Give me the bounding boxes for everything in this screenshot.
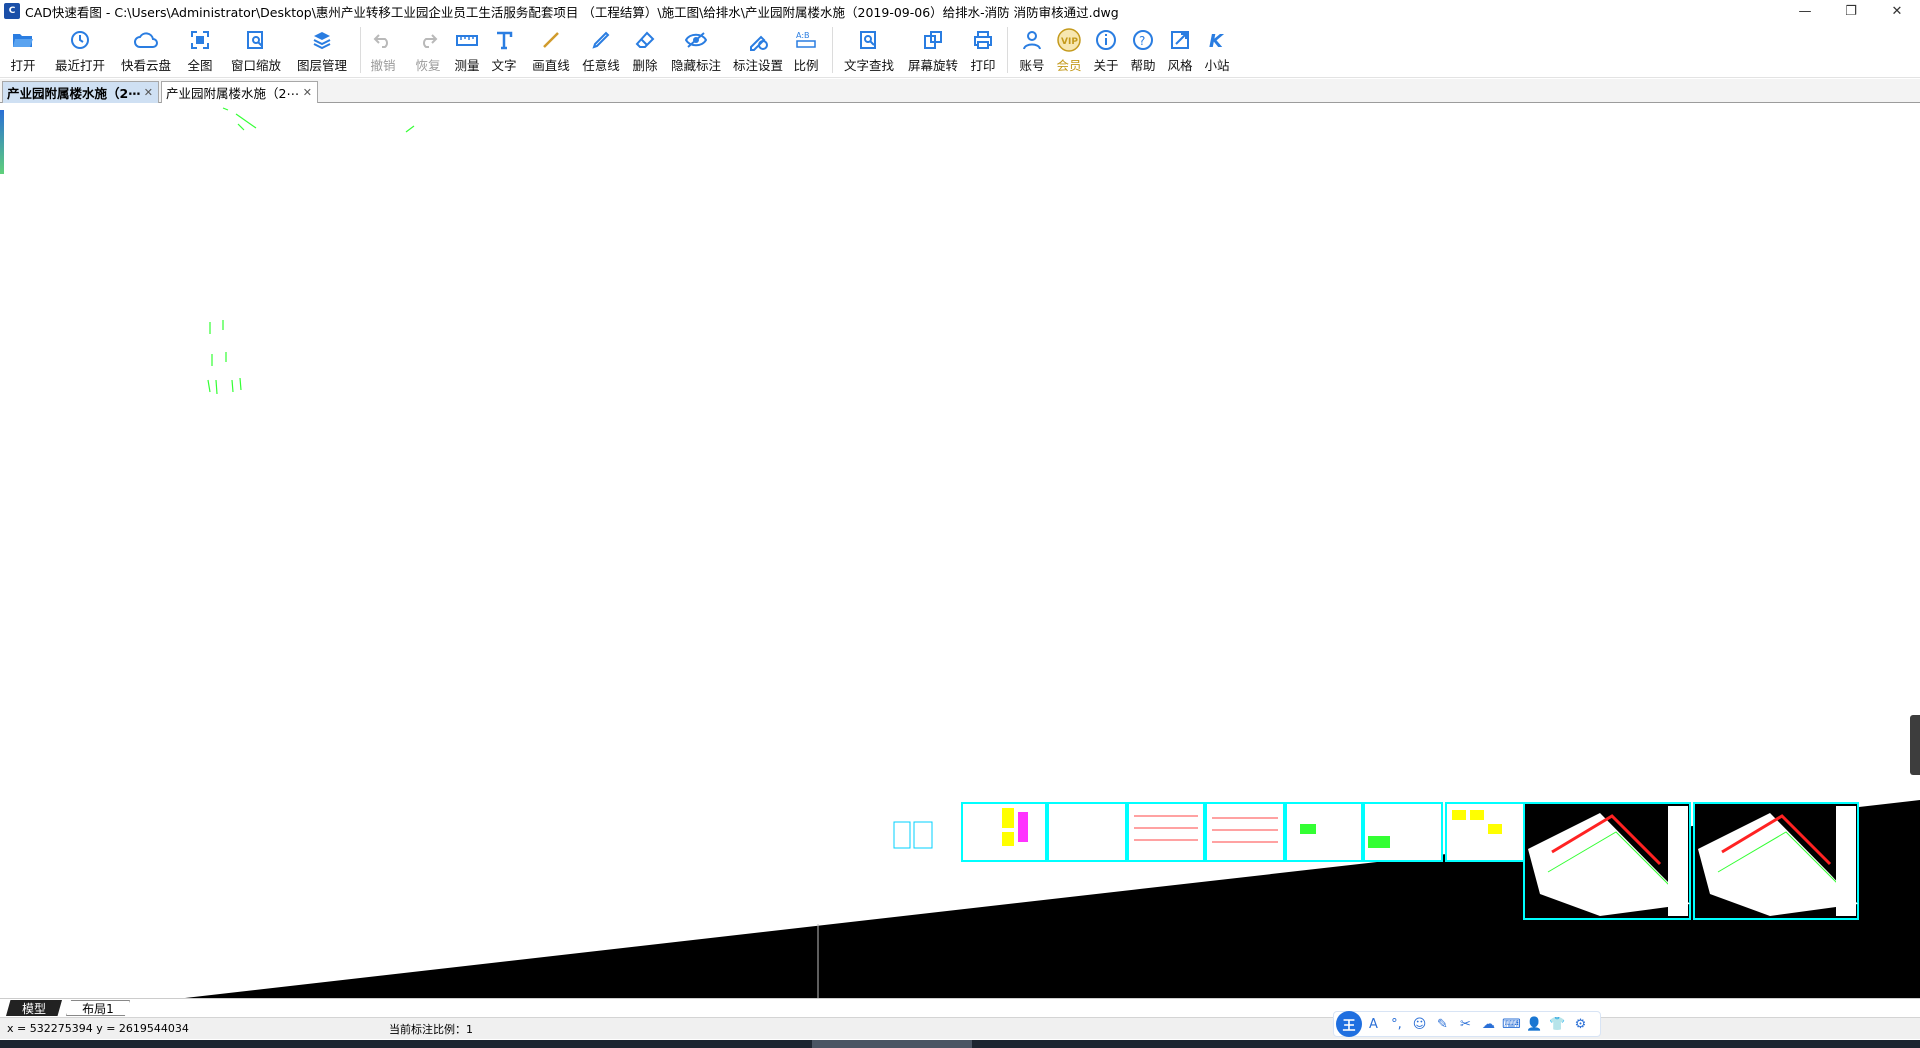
svg-text:?: ? xyxy=(1139,34,1145,48)
ime-keyboard-icon[interactable]: ⌨ xyxy=(1500,1013,1523,1035)
ime-font-icon[interactable]: A xyxy=(1362,1013,1385,1035)
status-bar: x = 532275394 y = 2619544034 当前标注比例：1 xyxy=(0,1017,1920,1039)
layers-icon xyxy=(310,28,334,52)
svg-text:K: K xyxy=(1209,31,1225,50)
redo-icon xyxy=(416,28,440,52)
scale-button[interactable]: A:B 比例 xyxy=(792,22,820,78)
help-icon: ? xyxy=(1131,28,1155,52)
hide-eye-icon xyxy=(684,28,708,52)
site-icon: K xyxy=(1205,28,1229,52)
window-controls: — ❐ ✕ xyxy=(1782,0,1920,22)
document-tab-2[interactable]: 产业园附属楼水施（2⋯ ✕ xyxy=(161,81,318,103)
measure-icon xyxy=(455,28,479,52)
freehand-icon xyxy=(589,28,613,52)
ime-settings-icon[interactable]: ⚙ xyxy=(1569,1013,1592,1035)
text-icon xyxy=(492,28,516,52)
tab-layout1[interactable]: 布局1 xyxy=(66,1000,130,1016)
main-toolbar: 打开 最近打开 快看云盘 全图 窗口缩放 图层管理 撤销 恢复 测量 文字 画直… xyxy=(0,22,1920,78)
cad-drawing xyxy=(185,107,1920,998)
title-bar: C CAD快速看图 - C:\Users\Administrator\Deskt… xyxy=(0,0,1920,22)
help-button[interactable]: ? 帮助 xyxy=(1129,22,1157,78)
recent-icon xyxy=(68,28,92,52)
cad-app-icon: C xyxy=(4,3,20,19)
ime-toolbar: 王 A °, ☺ ✎ ✂ ☁ ⌨ 👤 👕 ⚙ xyxy=(1333,1011,1601,1037)
ime-punct-icon[interactable]: °, xyxy=(1385,1013,1408,1035)
hide-annotation-button[interactable]: 隐藏标注 xyxy=(670,22,722,78)
folder-open-icon xyxy=(11,28,35,52)
minimize-button[interactable]: — xyxy=(1782,0,1828,22)
vip-icon: VIP xyxy=(1057,28,1081,52)
window-title: CAD快速看图 - C:\Users\Administrator\Desktop… xyxy=(25,4,1119,20)
side-panel-handle[interactable] xyxy=(1910,715,1920,775)
tab-label: 产业园附属楼水施（2⋯ xyxy=(166,86,299,101)
text-search-icon xyxy=(857,28,881,52)
account-button[interactable]: 账号 xyxy=(1018,22,1046,78)
close-icon[interactable]: ✕ xyxy=(303,86,312,99)
cursor-coordinates: x = 532275394 y = 2619544034 xyxy=(7,1022,189,1035)
delete-button[interactable]: 删除 xyxy=(631,22,659,78)
layout-tab-bar: 模型 布局1 xyxy=(0,998,1920,1016)
ime-cloud-icon[interactable]: ☁ xyxy=(1477,1013,1500,1035)
document-tab-bar: 产业园附属楼水施（2⋯ ✕ 产业园附属楼水施（2⋯ ✕ xyxy=(0,79,1920,103)
print-icon xyxy=(971,28,995,52)
left-edge-marker xyxy=(0,110,4,174)
info-icon xyxy=(1094,28,1118,52)
eraser-icon xyxy=(633,28,657,52)
cloud-disk-button[interactable]: 快看云盘 xyxy=(120,22,172,78)
undo-button[interactable]: 撤销 xyxy=(369,22,397,78)
toolbar-separator xyxy=(832,27,833,73)
fit-view-icon xyxy=(188,28,212,52)
freehand-line-button[interactable]: 任意线 xyxy=(581,22,621,78)
print-button[interactable]: 打印 xyxy=(969,22,997,78)
close-button[interactable]: ✕ xyxy=(1874,0,1920,22)
site-button[interactable]: K 小站 xyxy=(1203,22,1231,78)
about-button[interactable]: 关于 xyxy=(1092,22,1120,78)
scale-icon: A:B xyxy=(794,28,818,52)
recent-open-button[interactable]: 最近打开 xyxy=(54,22,106,78)
ime-user-icon[interactable]: 👤 xyxy=(1523,1013,1546,1035)
annotation-settings-icon xyxy=(746,28,770,52)
line-icon xyxy=(539,28,563,52)
layer-manager-button[interactable]: 图层管理 xyxy=(296,22,348,78)
text-button[interactable]: 文字 xyxy=(490,22,518,78)
rotate-screen-icon xyxy=(921,28,945,52)
tab-label: 产业园附属楼水施（2⋯ xyxy=(7,86,141,101)
redo-button[interactable]: 恢复 xyxy=(414,22,442,78)
annotation-settings-button[interactable]: 标注设置 xyxy=(732,22,784,78)
window-zoom-button[interactable]: 窗口缩放 xyxy=(230,22,282,78)
tab-model[interactable]: 模型 xyxy=(6,1000,62,1016)
restore-button[interactable]: ❐ xyxy=(1828,0,1874,22)
measure-button[interactable]: 测量 xyxy=(453,22,481,78)
undo-icon xyxy=(371,28,395,52)
annotation-scale-status: 当前标注比例：1 xyxy=(389,1022,473,1036)
small-sheet-frames xyxy=(893,821,933,849)
toolbar-separator xyxy=(360,27,361,73)
document-tab-1[interactable]: 产业园附属楼水施（2⋯ ✕ xyxy=(2,81,159,103)
toolbar-separator xyxy=(1007,27,1008,73)
ime-skin-icon[interactable]: 👕 xyxy=(1546,1013,1569,1035)
account-icon xyxy=(1020,28,1044,52)
ime-logo-icon[interactable]: 王 xyxy=(1336,1011,1362,1037)
svg-text:VIP: VIP xyxy=(1061,37,1078,47)
drawing-canvas[interactable] xyxy=(0,104,1920,998)
open-button[interactable]: 打开 xyxy=(8,22,38,78)
fit-all-button[interactable]: 全图 xyxy=(186,22,214,78)
ime-emoji-icon[interactable]: ☺ xyxy=(1408,1013,1431,1035)
style-button[interactable]: 风格 xyxy=(1166,22,1194,78)
zoom-window-icon xyxy=(244,28,268,52)
taskbar-segment xyxy=(812,1040,972,1048)
vip-button[interactable]: VIP 会员 xyxy=(1055,22,1083,78)
close-icon[interactable]: ✕ xyxy=(144,86,153,99)
draw-line-button[interactable]: 画直线 xyxy=(531,22,571,78)
cloud-icon xyxy=(134,28,158,52)
ime-handwrite-icon[interactable]: ✎ xyxy=(1431,1013,1454,1035)
green-fragments xyxy=(207,107,415,395)
rotate-screen-button[interactable]: 屏幕旋转 xyxy=(907,22,959,78)
style-icon xyxy=(1168,28,1192,52)
taskbar-strip xyxy=(0,1040,1920,1048)
ime-scissors-icon[interactable]: ✂ xyxy=(1454,1013,1477,1035)
text-search-button[interactable]: 文字查找 xyxy=(843,22,895,78)
svg-text:A:B: A:B xyxy=(796,31,810,40)
